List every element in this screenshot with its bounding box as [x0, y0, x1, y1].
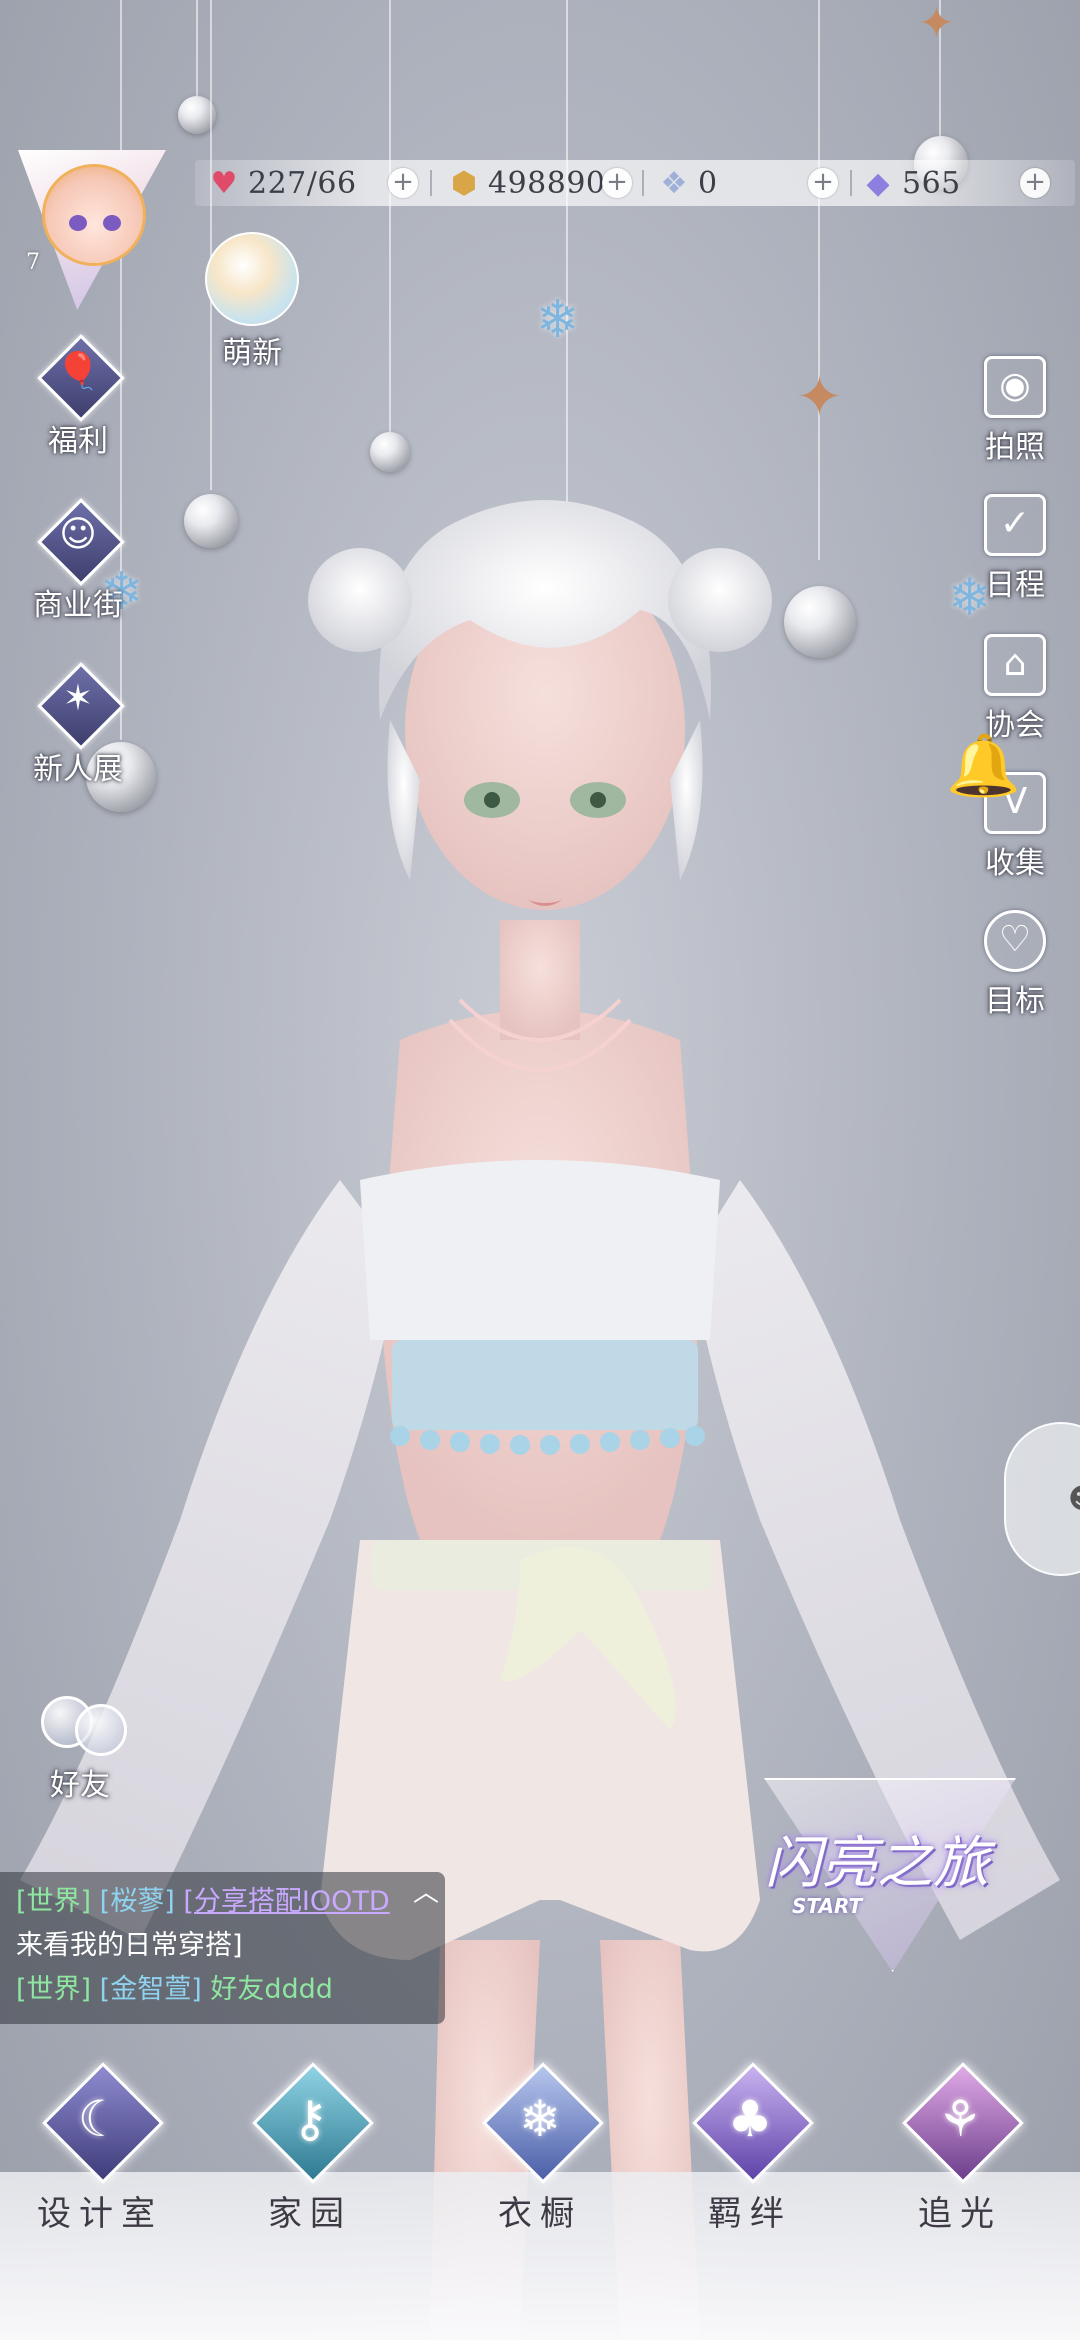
- resource-stamina: ♥ 227/66: [206, 160, 357, 206]
- chat-outfit-link[interactable]: [分享搭配IOOTD: [183, 1886, 389, 1917]
- nav-chase-light[interactable]: ⚘ 追光: [880, 2060, 1040, 2235]
- friends-button[interactable]: 好友: [30, 1688, 130, 1804]
- welfare-button[interactable]: 🎈 福利: [18, 334, 138, 460]
- nav-bonds[interactable]: ♣ 羁绊: [670, 2060, 830, 2235]
- friends-label: 好友: [50, 1768, 110, 1803]
- character-face-icon: ☻: [1068, 1482, 1080, 1515]
- chat-channel: [世界]: [16, 1974, 92, 2005]
- pearl-ornament: [540, 515, 590, 565]
- event-subtitle: START: [792, 1894, 863, 1918]
- photo-label: 拍照: [985, 430, 1045, 465]
- player-level: 7: [26, 250, 40, 275]
- hot-air-balloon-icon: 🎈: [55, 351, 101, 392]
- moon-icon: ☾: [77, 2090, 123, 2148]
- butterfly-icon: ⚘: [937, 2090, 983, 2148]
- nav-design-room[interactable]: ☾ 设计室: [20, 2060, 180, 2235]
- shopping-bag-icon: ☺: [59, 514, 97, 555]
- chat-user[interactable]: [桜蓼]: [100, 1886, 175, 1917]
- clover-icon: ♣: [727, 2090, 773, 2148]
- shopping-street-label: 商业街: [33, 588, 123, 623]
- event-banner[interactable]: 闪亮之旅 START: [742, 1778, 1016, 1972]
- building-icon: ⌂: [984, 634, 1046, 696]
- resource-diamonds: ◆ 565: [860, 160, 961, 206]
- crystal-flower-icon: ❖: [660, 165, 688, 201]
- coin-icon: ⬢: [450, 165, 478, 201]
- medal-icon: ♡: [984, 910, 1046, 972]
- pearl-ornament: [784, 586, 856, 658]
- schedule-label: 日程: [985, 568, 1045, 603]
- player-avatar[interactable]: 7: [18, 150, 166, 310]
- key-icon: ⚷: [291, 2090, 329, 2148]
- chat-line: 来看我的日常穿搭]: [16, 1924, 445, 1968]
- chevron-up-icon[interactable]: ︿: [413, 1872, 439, 1909]
- nav-home-label: 家园: [268, 2194, 352, 2234]
- resource-coins: ⬢ 498890: [446, 160, 606, 206]
- calendar-check-icon: ✓: [984, 494, 1046, 556]
- avatar-portrait: [42, 164, 146, 266]
- add-diamonds-button[interactable]: +: [1020, 168, 1050, 198]
- bubbles-icon: [35, 1688, 127, 1758]
- crystal-orb-icon: [205, 232, 299, 326]
- new-exhibition-label: 新人展: [33, 752, 123, 787]
- heart-gem-icon: ♥: [210, 165, 238, 201]
- divider: [430, 170, 432, 196]
- chat-user[interactable]: [金智萱]: [100, 1974, 202, 2005]
- chat-line: [世界] [金智萱] 好友dddd: [16, 1968, 445, 2012]
- pearl-ornament: [184, 494, 238, 548]
- snowflake-ornament: ❄: [536, 290, 580, 350]
- newbie-label: 萌新: [222, 336, 282, 371]
- add-crystal-button[interactable]: +: [808, 168, 838, 198]
- chat-line: [世界] [桜蓼] [分享搭配IOOTD: [16, 1880, 445, 1924]
- nav-wardrobe-label: 衣橱: [498, 2194, 582, 2234]
- camera-icon: ◉: [984, 356, 1046, 418]
- divider: [642, 170, 644, 196]
- nav-wardrobe[interactable]: ❄ 衣橱: [460, 2060, 620, 2235]
- add-coins-button[interactable]: +: [602, 168, 632, 198]
- nav-bonds-label: 羁绊: [708, 2194, 792, 2234]
- guild-button[interactable]: ⌂ 协会: [970, 634, 1060, 744]
- add-stamina-button[interactable]: +: [388, 168, 418, 198]
- welfare-label: 福利: [48, 424, 108, 459]
- goals-label: 目标: [985, 984, 1045, 1019]
- stamina-value: 227/66: [248, 165, 357, 201]
- bell-ornament: 🔔: [946, 731, 1021, 801]
- coins-value: 498890: [488, 165, 606, 201]
- resource-crystal: ❖ 0: [656, 160, 718, 206]
- diamonds-value: 565: [902, 165, 961, 201]
- event-title: 闪亮之旅: [765, 1831, 989, 1896]
- pearl-ornament: [370, 432, 410, 472]
- floating-assistant-handle[interactable]: ☻: [1004, 1422, 1080, 1576]
- goals-button[interactable]: ♡ 目标: [970, 910, 1060, 1020]
- schedule-button[interactable]: ✓ 日程: [970, 494, 1060, 604]
- nav-chase-light-label: 追光: [918, 2194, 1002, 2234]
- nav-design-room-label: 设计室: [37, 2194, 163, 2234]
- divider: [850, 170, 852, 196]
- photo-button[interactable]: ◉ 拍照: [970, 356, 1060, 466]
- snowflake-icon: ❄: [519, 2090, 561, 2148]
- chat-box[interactable]: ︿ [世界] [桜蓼] [分享搭配IOOTD 来看我的日常穿搭] [世界] [金…: [0, 1872, 445, 2024]
- newbie-button[interactable]: 萌新: [192, 232, 312, 372]
- chat-message: 好友dddd: [210, 1974, 333, 2005]
- chat-message: 来看我的日常穿搭]: [16, 1930, 243, 1961]
- shopping-street-button[interactable]: ☺ 商业街: [18, 498, 138, 624]
- crystal-value: 0: [698, 165, 718, 201]
- new-exhibition-button[interactable]: ✶ 新人展: [18, 662, 138, 788]
- chat-channel: [世界]: [16, 1886, 92, 1917]
- star-ornament: ✦: [918, 0, 955, 49]
- nav-home[interactable]: ⚷ 家园: [230, 2060, 390, 2235]
- star-ornament: ✦: [796, 365, 843, 430]
- star-burst-icon: ✶: [62, 678, 94, 719]
- diamond-icon: ◆: [866, 165, 890, 201]
- collection-label: 收集: [985, 846, 1045, 881]
